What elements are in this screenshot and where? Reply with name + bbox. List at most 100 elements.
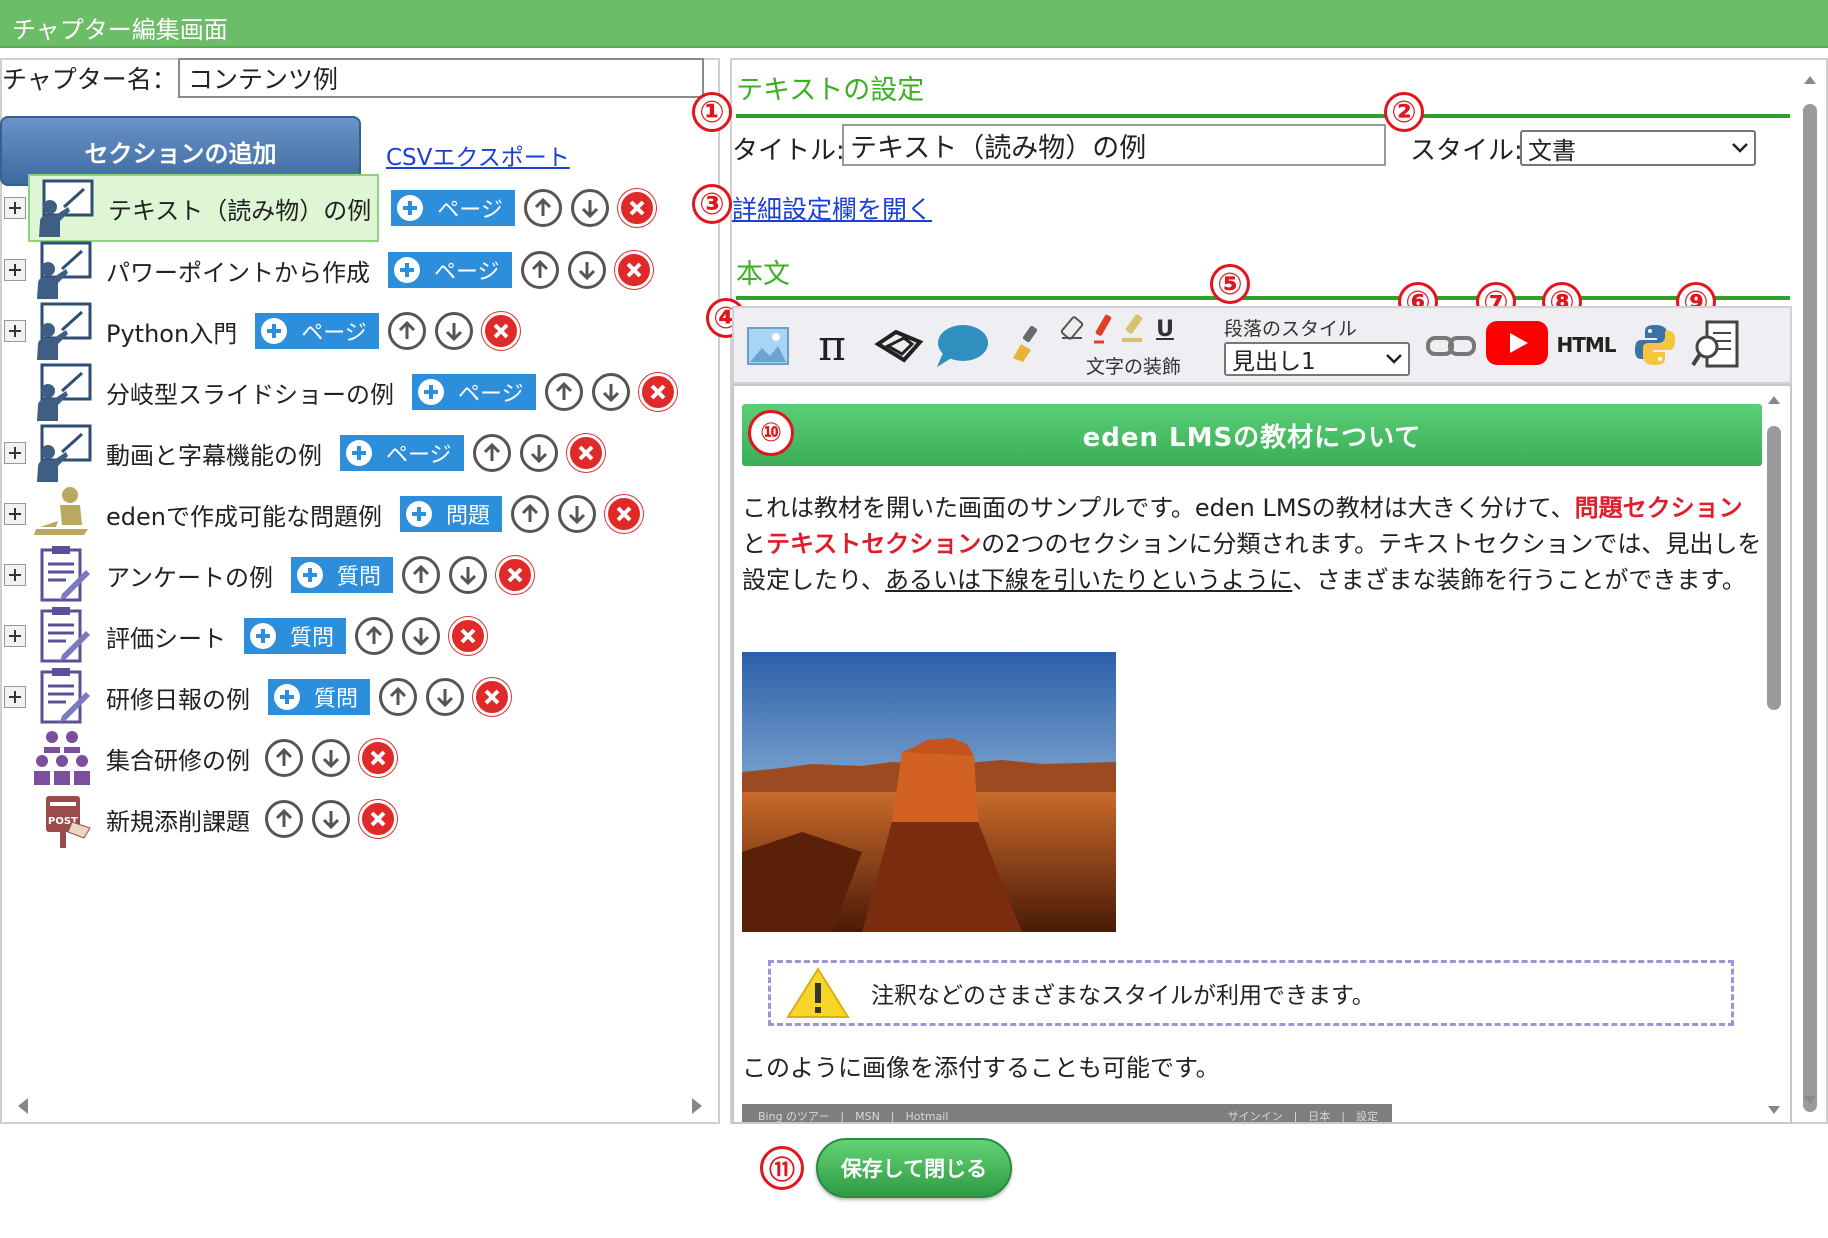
section-node[interactable]: アンケートの例 (28, 541, 279, 609)
move-down-icon[interactable] (426, 678, 465, 716)
insert-image-icon[interactable] (746, 324, 790, 368)
move-down-icon[interactable] (567, 251, 606, 289)
open-detail-settings-link[interactable]: 詳細設定欄を開く (732, 190, 932, 226)
move-down-icon[interactable] (558, 495, 596, 533)
section-node[interactable]: edenで作成可能な問題例 (28, 480, 388, 548)
expand-toggle-icon[interactable] (4, 320, 26, 342)
delete-icon[interactable] (614, 251, 653, 289)
move-down-icon[interactable] (519, 434, 558, 472)
title-input[interactable] (842, 124, 1386, 166)
horizontal-scrollbar[interactable] (2, 1092, 718, 1120)
move-up-icon[interactable] (387, 312, 426, 350)
format-brush-icon[interactable] (1006, 322, 1046, 366)
delete-icon[interactable] (359, 739, 397, 777)
add-child-button[interactable]: ページ (388, 252, 512, 288)
scroll-down-arrow-icon[interactable] (1768, 1106, 1780, 1114)
move-down-icon[interactable] (402, 617, 441, 655)
section-node[interactable]: 動画と字幕機能の例 (28, 419, 328, 487)
move-up-icon[interactable] (355, 617, 394, 655)
section-node[interactable]: Python入門 (28, 297, 243, 365)
title-label: タイトル: (732, 136, 845, 166)
section-node[interactable]: 集合研修の例 (28, 724, 256, 792)
expand-toggle-icon[interactable] (4, 686, 26, 708)
section-node[interactable]: テキスト（読み物）の例 (28, 174, 380, 242)
add-child-label: 質問 (337, 565, 382, 590)
move-down-icon[interactable] (570, 189, 609, 227)
move-down-icon[interactable] (449, 556, 488, 594)
expand-toggle-icon[interactable] (4, 564, 26, 586)
move-up-icon[interactable] (511, 495, 549, 533)
intro-highlight-question-section: 問題セクション (1574, 494, 1743, 522)
section-node[interactable]: 研修日報の例 (28, 663, 256, 731)
chapter-name-input[interactable] (178, 58, 704, 98)
delete-icon[interactable] (617, 189, 656, 227)
move-up-icon[interactable] (520, 251, 559, 289)
delete-icon[interactable] (359, 800, 397, 838)
save-and-close-button[interactable]: 保存して閉じる (816, 1138, 1012, 1198)
section-node[interactable]: パワーポイントから作成 (28, 236, 376, 304)
expand-toggle-icon[interactable] (4, 442, 26, 464)
move-up-icon[interactable] (402, 556, 441, 594)
add-child-button[interactable]: ページ (391, 190, 515, 226)
youtube-icon[interactable] (1486, 320, 1548, 366)
move-up-icon[interactable] (265, 739, 303, 777)
shape-icon[interactable] (874, 324, 924, 368)
pane-scroll-down-arrow-icon[interactable] (1804, 1096, 1816, 1104)
move-up-icon[interactable] (265, 800, 303, 838)
scroll-right-arrow-icon[interactable] (692, 1098, 702, 1114)
move-up-icon[interactable] (523, 189, 562, 227)
scroll-left-arrow-icon[interactable] (18, 1098, 28, 1114)
move-up-icon[interactable] (544, 373, 583, 411)
style-select[interactable]: 文書 (1520, 130, 1756, 166)
delete-icon[interactable] (566, 434, 605, 472)
delete-icon[interactable] (481, 312, 520, 350)
add-child-button[interactable]: 問題 (399, 496, 502, 532)
move-down-icon[interactable] (434, 312, 473, 350)
eraser-icon[interactable] (1060, 314, 1088, 342)
expand-toggle-icon[interactable] (4, 503, 26, 525)
move-down-icon[interactable] (591, 373, 630, 411)
move-down-icon[interactable] (312, 800, 350, 838)
scroll-up-arrow-icon[interactable] (1768, 396, 1780, 404)
rich-text-editor[interactable]: eden LMSの教材について ⑩ これは教材を開いた画面のサンプルです。ede… (732, 384, 1792, 1124)
expand-toggle-icon[interactable] (4, 197, 26, 219)
add-child-button[interactable]: 質問 (291, 557, 394, 593)
plus-icon (405, 501, 432, 527)
link-chain-icon[interactable] (1424, 328, 1478, 364)
add-child-button[interactable]: 質問 (244, 618, 347, 654)
plus-icon (250, 623, 276, 649)
delete-icon[interactable] (638, 373, 677, 411)
math-formula-icon[interactable]: π (810, 320, 854, 370)
section-node[interactable]: 評価シート (28, 602, 232, 670)
delete-icon[interactable] (605, 495, 643, 533)
highlighter-icon[interactable] (1120, 312, 1148, 344)
move-up-icon[interactable] (472, 434, 511, 472)
speech-bubble-icon[interactable] (934, 322, 990, 370)
editor-scroll-thumb[interactable] (1767, 426, 1781, 710)
pane-vertical-scrollbar[interactable] (1800, 62, 1820, 1118)
add-child-button[interactable]: 質問 (268, 679, 371, 715)
add-child-button[interactable]: ページ (255, 313, 379, 349)
expand-toggle-icon[interactable] (4, 625, 26, 647)
move-up-icon[interactable] (379, 678, 418, 716)
editor-vertical-scrollbar[interactable] (1764, 390, 1784, 1120)
section-node[interactable]: 分岐型スライドショーの例 (28, 358, 400, 426)
delete-icon[interactable] (473, 678, 512, 716)
paragraph-style-select[interactable]: 見出し1 (1224, 342, 1410, 376)
add-child-button[interactable]: ページ (412, 374, 536, 410)
csv-export-link[interactable]: CSVエクスポート (386, 138, 570, 172)
html-icon[interactable]: HTML (1556, 326, 1616, 364)
move-down-icon[interactable] (312, 739, 350, 777)
search-page-icon[interactable] (1690, 318, 1742, 372)
add-child-button[interactable]: ページ (340, 435, 464, 471)
pane-scroll-up-arrow-icon[interactable] (1804, 76, 1816, 84)
python-icon[interactable] (1630, 320, 1680, 370)
pane-scroll-thumb[interactable] (1803, 104, 1817, 1112)
expand-toggle-icon[interactable] (4, 259, 26, 281)
delete-icon[interactable] (496, 556, 535, 594)
underline-icon[interactable]: U (1152, 314, 1178, 344)
delete-icon[interactable] (449, 617, 488, 655)
section-node[interactable]: POST 新規添削課題 (28, 785, 256, 853)
callout-10: ⑩ (748, 410, 794, 456)
text-color-pen-icon[interactable] (1090, 312, 1118, 344)
